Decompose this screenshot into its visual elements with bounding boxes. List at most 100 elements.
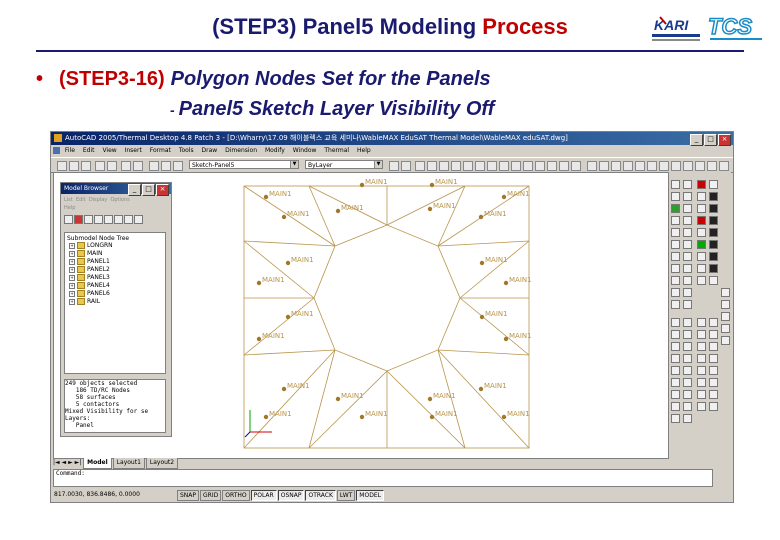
view-tool-icon[interactable] xyxy=(587,161,597,171)
browser-menu-help[interactable]: Help xyxy=(64,205,75,211)
tree-item[interactable]: + PANEL3 xyxy=(69,274,165,282)
node-marker[interactable]: MAIN1 xyxy=(503,276,532,286)
ortho-toggle[interactable]: ORTHO xyxy=(222,490,250,501)
node-marker[interactable]: MAIN1 xyxy=(429,178,458,188)
maximize-button[interactable]: □ xyxy=(704,134,717,146)
view-tool-icon[interactable] xyxy=(671,161,681,171)
thermal-tool-icon[interactable] xyxy=(511,161,521,171)
layer-lock-icon[interactable] xyxy=(173,161,183,171)
node-marker[interactable]: MAIN1 xyxy=(503,332,532,342)
tool-icon[interactable] xyxy=(683,390,692,399)
tool-icon[interactable] xyxy=(671,252,680,261)
color-tool-icon[interactable] xyxy=(697,216,706,225)
color-tool-icon[interactable] xyxy=(697,240,706,249)
minimize-button[interactable]: _ xyxy=(690,134,703,146)
undo-icon[interactable] xyxy=(95,161,105,171)
menu-view[interactable]: View xyxy=(102,147,116,154)
thermal-tool-icon[interactable] xyxy=(415,161,425,171)
tool-icon[interactable] xyxy=(671,264,680,273)
menu-window[interactable]: Window xyxy=(293,147,317,154)
save-icon[interactable] xyxy=(81,161,91,171)
tool-icon[interactable] xyxy=(683,180,692,189)
tab-layout2[interactable]: Layout2 xyxy=(145,458,179,469)
node-marker[interactable]: MAIN1 xyxy=(501,410,530,420)
node-marker[interactable]: MAIN1 xyxy=(501,190,530,200)
node-marker[interactable]: MAIN1 xyxy=(479,256,508,266)
tool-icon[interactable] xyxy=(683,216,692,225)
tool-icon[interactable] xyxy=(697,402,706,411)
thermal-tool-icon[interactable] xyxy=(535,161,545,171)
window-titlebar[interactable]: AutoCAD 2005/Thermal Desktop 4.8 Patch 3… xyxy=(51,132,733,146)
chevron-down-icon[interactable]: ▼ xyxy=(290,161,298,168)
view-tool-icon[interactable] xyxy=(647,161,657,171)
menu-format[interactable]: Format xyxy=(150,147,171,154)
menu-help[interactable]: Help xyxy=(357,147,371,154)
tree-item[interactable]: + MAIN xyxy=(69,250,165,258)
thermal-tool-icon[interactable] xyxy=(571,161,581,171)
tree-item[interactable]: + PANEL2 xyxy=(69,266,165,274)
thermal-tool-icon[interactable] xyxy=(487,161,497,171)
tool-icon[interactable] xyxy=(683,366,692,375)
tab-layout1[interactable]: Layout1 xyxy=(112,458,145,469)
tab-nav-arrows[interactable]: |◄ ◄ ► ►| xyxy=(53,459,81,466)
menu-draw[interactable]: Draw xyxy=(202,147,218,154)
tool-icon[interactable] xyxy=(709,330,718,339)
tool-icon[interactable] xyxy=(671,300,680,309)
node-marker[interactable]: MAIN1 xyxy=(285,256,314,266)
view-tool-icon[interactable] xyxy=(695,161,705,171)
tool-icon[interactable] xyxy=(709,252,718,261)
tool-icon[interactable] xyxy=(671,216,680,225)
tool-icon[interactable] xyxy=(683,300,692,309)
layer-freeze-icon[interactable] xyxy=(161,161,171,171)
node-marker[interactable]: MAIN1 xyxy=(429,410,458,420)
expand-icon[interactable]: + xyxy=(69,282,75,289)
browser-tool-icon[interactable] xyxy=(114,215,123,224)
open-icon[interactable] xyxy=(69,161,79,171)
browser-tool-icon[interactable] xyxy=(104,215,113,224)
tool-icon[interactable] xyxy=(697,354,706,363)
menu-file[interactable]: File xyxy=(65,147,75,154)
browser-tool-icon[interactable] xyxy=(134,215,143,224)
browser-tool-icon[interactable] xyxy=(84,215,93,224)
polar-toggle[interactable]: POLAR xyxy=(250,490,277,501)
menu-insert[interactable]: Insert xyxy=(125,147,142,154)
tool-icon[interactable] xyxy=(709,378,718,387)
node-marker[interactable]: MAIN1 xyxy=(263,190,292,200)
tool-icon[interactable] xyxy=(709,204,718,213)
tool-icon[interactable] xyxy=(671,192,680,201)
layer-combo[interactable]: Sketch-Panel5 ▼ xyxy=(189,160,299,169)
node-marker[interactable]: MAIN1 xyxy=(256,276,285,286)
chevron-down-icon[interactable]: ▼ xyxy=(374,161,382,168)
tool-icon[interactable] xyxy=(709,240,718,249)
view-tool-icon[interactable] xyxy=(683,161,693,171)
browser-menu-list[interactable]: List xyxy=(64,197,73,203)
tool-icon[interactable] xyxy=(709,228,718,237)
color-tool-icon[interactable] xyxy=(697,180,706,189)
view-tool-icon[interactable] xyxy=(719,161,729,171)
tool-icon[interactable] xyxy=(671,240,680,249)
browser-menu-options[interactable]: Options xyxy=(110,197,129,203)
tool-icon[interactable] xyxy=(697,378,706,387)
layer-on-icon[interactable] xyxy=(149,161,159,171)
tool-icon[interactable] xyxy=(683,276,692,285)
tool-icon[interactable] xyxy=(721,300,730,309)
node-marker[interactable]: MAIN1 xyxy=(285,310,314,320)
tool-icon[interactable] xyxy=(671,276,680,285)
tool-icon[interactable] xyxy=(709,354,718,363)
expand-icon[interactable]: + xyxy=(69,298,75,305)
tree-item[interactable]: + LONGRN xyxy=(69,242,165,250)
menu-edit[interactable]: Edit xyxy=(83,147,95,154)
pan-icon[interactable] xyxy=(121,161,131,171)
tool-icon[interactable] xyxy=(671,354,680,363)
tool-icon[interactable] xyxy=(671,366,680,375)
browser-tool-icon[interactable] xyxy=(94,215,103,224)
node-marker[interactable]: MAIN1 xyxy=(359,178,388,188)
lwt-toggle[interactable]: LWT xyxy=(336,490,356,501)
redo-icon[interactable] xyxy=(107,161,117,171)
snap-toggle[interactable]: SNAP xyxy=(177,490,200,501)
new-icon[interactable] xyxy=(57,161,67,171)
tool-icon[interactable] xyxy=(683,402,692,411)
tool-icon[interactable] xyxy=(721,312,730,321)
tool-icon[interactable] xyxy=(709,402,718,411)
browser-menu-edit[interactable]: Edit xyxy=(76,197,86,203)
